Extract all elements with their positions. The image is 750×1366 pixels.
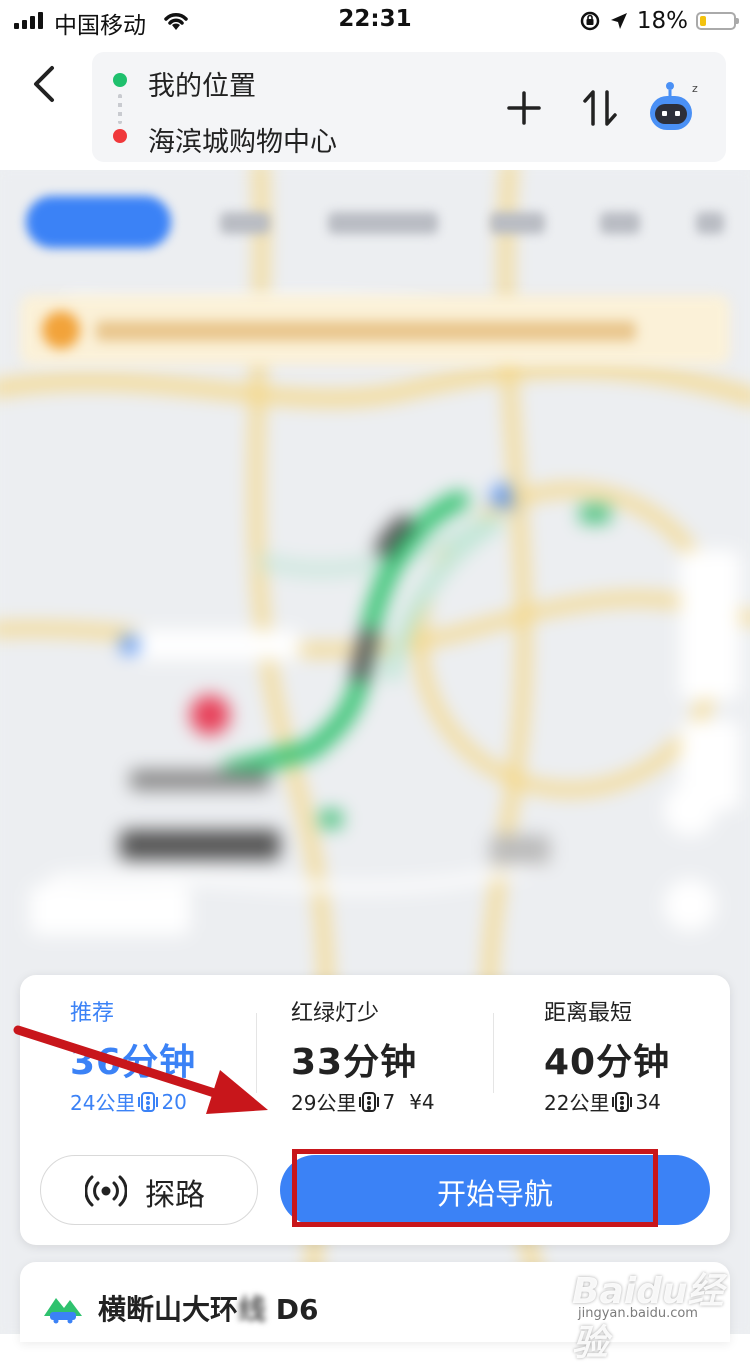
battery-icon	[696, 12, 739, 30]
end-dot	[113, 129, 127, 143]
tab-transit[interactable]	[328, 212, 438, 234]
route-option-shortest[interactable]: 距离最短 40分钟 22公里 34	[494, 975, 730, 1115]
watermark-url: jingyan.baidu.com	[578, 1306, 698, 1321]
voice-assistant-icon[interactable]: z	[646, 78, 706, 136]
tab-drive[interactable]	[26, 196, 171, 248]
start-dot	[113, 73, 127, 87]
route-option-toll: ¥4	[409, 1089, 435, 1114]
back-icon[interactable]	[24, 62, 64, 106]
route-connector	[118, 94, 122, 124]
notice-icon	[42, 311, 80, 349]
tab-ride[interactable]	[600, 212, 640, 234]
route-option-lights: 34	[635, 1089, 661, 1114]
route-option-time: 33分钟	[291, 1042, 418, 1083]
annotation-arrow	[13, 1025, 268, 1114]
probe-route-button[interactable]: 探路	[40, 1155, 258, 1225]
status-bar: 中国移动 22:31 18%	[0, 0, 750, 42]
svg-text:z: z	[692, 82, 698, 95]
start-navigation-button[interactable]: 开始导航	[280, 1155, 710, 1225]
route-option-lights: 7	[382, 1089, 396, 1114]
notice-text	[96, 321, 636, 341]
traffic-light-icon	[359, 1091, 380, 1112]
route-option-distance: 29公里	[291, 1091, 357, 1115]
radar-icon	[85, 1175, 127, 1207]
start-location-field[interactable]: 我的位置	[148, 64, 256, 103]
tab-walk[interactable]	[490, 212, 545, 234]
route-option-time: 40分钟	[544, 1042, 671, 1083]
tab-taxi[interactable]	[220, 212, 270, 234]
route-mode-tabs[interactable]	[0, 180, 750, 260]
route-option-label: 红绿灯少	[291, 1001, 380, 1026]
start-navigation-label: 开始导航	[436, 1177, 553, 1211]
route-input-panel: 我的位置 海滨城购物中心 z	[92, 52, 726, 162]
location-arrow-icon	[610, 13, 627, 29]
battery-percent: 18%	[636, 8, 688, 34]
destination-field[interactable]: 海滨城购物中心	[148, 120, 337, 159]
rotation-lock-icon	[580, 11, 600, 31]
traffic-light-icon	[612, 1091, 633, 1112]
notice-banner[interactable]	[20, 295, 730, 365]
swap-icon[interactable]	[582, 88, 618, 128]
add-waypoint-icon[interactable]	[506, 90, 542, 126]
route-name: 横断山大环线 D6	[98, 1293, 319, 1326]
route-option-distance: 22公里	[544, 1091, 610, 1115]
mountain-car-icon	[44, 1298, 82, 1324]
tab-more[interactable]	[696, 212, 724, 234]
route-option-label: 距离最短	[544, 1001, 633, 1026]
probe-route-label: 探路	[145, 1178, 205, 1213]
